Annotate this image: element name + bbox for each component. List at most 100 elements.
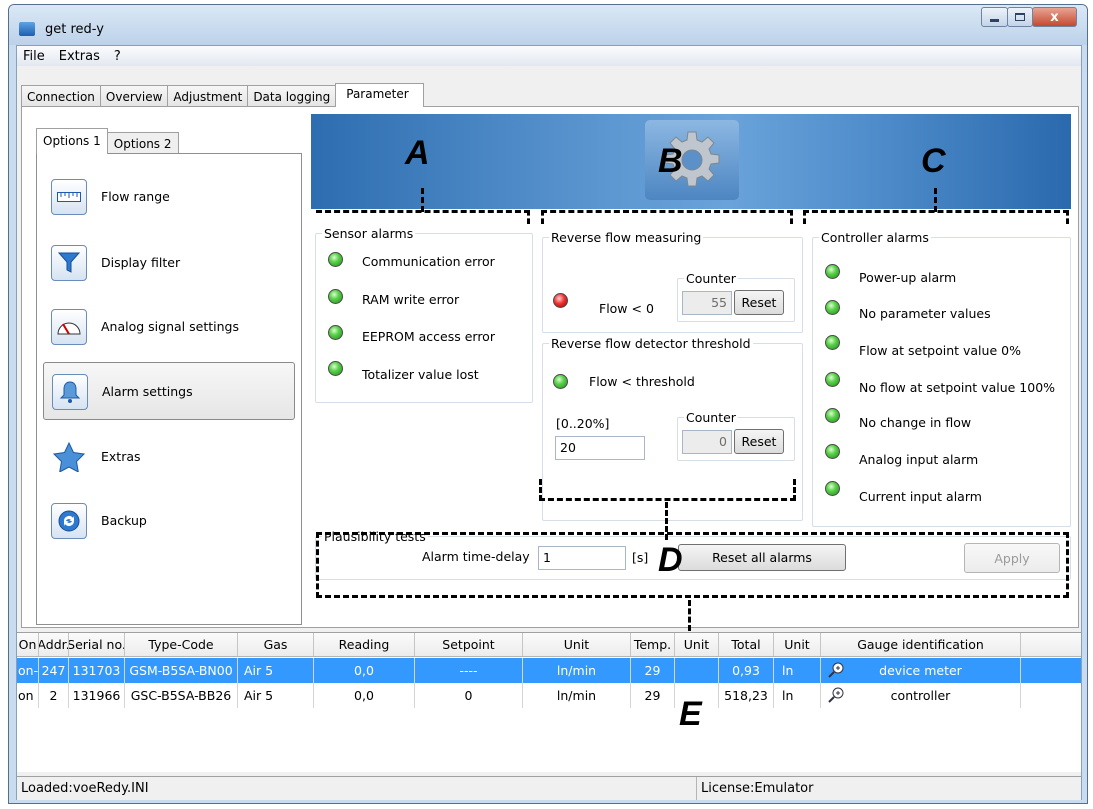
window-title: get red-y	[45, 22, 104, 37]
alarm-label: Analog input alarm	[859, 452, 979, 467]
column-header[interactable]: Temp.	[631, 633, 675, 656]
minimize-button[interactable]	[981, 7, 1008, 27]
status-led	[553, 293, 568, 308]
alarm-label: Communication error	[362, 254, 495, 269]
column-header[interactable]: Serial no.	[69, 633, 125, 656]
close-button[interactable]: x	[1032, 7, 1077, 27]
status-led	[328, 252, 343, 267]
column-header[interactable]: Unit	[675, 633, 719, 656]
grid-cell: ln/min	[523, 658, 631, 683]
option-backup[interactable]: Backup	[43, 492, 295, 550]
menu-extras[interactable]: Extras	[59, 49, 100, 64]
client-area: File Extras ? Connection Overview Adjust…	[16, 45, 1082, 800]
column-header[interactable]: Unit	[774, 633, 821, 656]
counter-field: 0	[682, 430, 732, 454]
alarm-label: EEPROM access error	[362, 329, 495, 344]
alarm-label: Current input alarm	[859, 489, 982, 504]
status-loaded: Loaded:voeRedy.INI	[17, 777, 697, 800]
grid-cell: 29	[631, 658, 675, 683]
annotation-line	[421, 188, 424, 212]
alarm-label: Totalizer value lost	[362, 367, 479, 382]
status-led	[825, 264, 840, 279]
app-icon	[19, 22, 35, 36]
annotation-bracket	[316, 532, 1069, 598]
grid-cell: ln	[774, 658, 821, 683]
main-tabs: Connection Overview Adjustment Data logg…	[21, 83, 424, 107]
grid-cell: ln	[774, 683, 821, 708]
tab-data-logging[interactable]: Data logging	[247, 85, 337, 107]
option-extras[interactable]: Extras	[43, 428, 295, 486]
maximize-button[interactable]	[1007, 7, 1033, 27]
grid-cell: on-	[17, 658, 39, 683]
reset-button[interactable]: Reset	[734, 290, 784, 315]
options-list: Flow range Display filter Analog signal …	[36, 153, 302, 625]
tab-overview[interactable]: Overview	[99, 85, 169, 107]
status-led	[825, 300, 840, 315]
gauge-icon	[51, 309, 87, 345]
tab-options-1[interactable]: Options 1	[36, 128, 108, 154]
menu-help[interactable]: ?	[114, 49, 121, 64]
status-led	[553, 374, 568, 389]
tab-options-2[interactable]: Options 2	[106, 132, 179, 154]
alarm-label: No parameter values	[859, 306, 991, 321]
column-header[interactable]: On	[17, 633, 39, 656]
annotation-bracket	[539, 479, 796, 501]
option-alarm-settings[interactable]: Alarm settings	[43, 362, 295, 420]
status-led	[328, 289, 343, 304]
tab-parameter[interactable]: Parameter	[335, 83, 424, 107]
counter-group: Counter 55 Reset	[677, 271, 795, 322]
column-header[interactable]: Total	[719, 633, 774, 656]
grid-cell: 131966	[69, 683, 125, 708]
annotation-d: D	[658, 541, 683, 579]
annotation-bracket	[803, 210, 1069, 224]
status-led	[825, 372, 840, 387]
column-header[interactable]: Gauge identification	[821, 633, 1021, 656]
column-header[interactable]: Gas	[238, 633, 314, 656]
ruler-icon	[51, 179, 87, 215]
flow-label: Flow < threshold	[589, 374, 695, 389]
column-header[interactable]: Setpoint	[415, 633, 523, 656]
status-led	[328, 361, 343, 376]
option-flow-range[interactable]: Flow range	[43, 168, 295, 226]
grid-cell: Air 5	[238, 683, 314, 708]
tab-connection[interactable]: Connection	[21, 85, 101, 107]
zoom-icon[interactable]	[827, 661, 845, 679]
star-icon	[51, 439, 87, 475]
group-title: Controller alarms	[819, 230, 931, 245]
grid-cell: 0,0	[314, 683, 415, 708]
table-row[interactable]: on 2 131966 GSC-B5SA-BB26 Air 5 0,0 0 ln…	[17, 683, 1081, 708]
column-header[interactable]: Unit	[523, 633, 631, 656]
option-label: Analog signal settings	[101, 319, 239, 334]
status-led	[825, 444, 840, 459]
option-display-filter[interactable]: Display filter	[43, 234, 295, 292]
counter-title: Counter	[684, 271, 738, 286]
group-title: Reverse flow measuring	[549, 230, 704, 245]
option-label: Flow range	[101, 189, 170, 204]
column-header[interactable]: Type-Code	[125, 633, 238, 656]
backup-icon	[51, 503, 87, 539]
group-title: Sensor alarms	[322, 226, 416, 241]
grid-cell-gauge: controller	[821, 683, 1021, 708]
grid-cell: on	[17, 683, 39, 708]
alarm-label: No flow at setpoint value 100%	[859, 380, 1056, 395]
menu-file[interactable]: File	[23, 49, 45, 64]
grid-cell: Air 5	[238, 658, 314, 683]
annotation-e: E	[679, 695, 702, 733]
grid-cell: 0	[415, 683, 523, 708]
option-label: Extras	[101, 449, 141, 464]
tab-adjustment[interactable]: Adjustment	[167, 85, 249, 107]
reset-button[interactable]: Reset	[734, 429, 784, 454]
column-header[interactable]: Reading	[314, 633, 415, 656]
option-analog-signal[interactable]: Analog signal settings	[43, 298, 295, 356]
table-row[interactable]: on- 247 131703 GSM-B5SA-BN00 Air 5 0,0 -…	[17, 658, 1081, 683]
device-grid: On Addr. Serial no. Type-Code Gas Readin…	[17, 632, 1081, 772]
grid-cell-gauge: device meter	[821, 658, 1021, 683]
status-led	[328, 325, 343, 340]
funnel-icon	[51, 245, 87, 281]
menu-bar: File Extras ?	[17, 46, 1081, 66]
threshold-input[interactable]: 20	[555, 436, 645, 460]
alarm-label: No change in flow	[859, 415, 972, 430]
column-header[interactable]: Addr.	[39, 633, 69, 656]
title-bar[interactable]: get red-y x	[9, 5, 1087, 45]
zoom-icon[interactable]	[827, 686, 845, 704]
